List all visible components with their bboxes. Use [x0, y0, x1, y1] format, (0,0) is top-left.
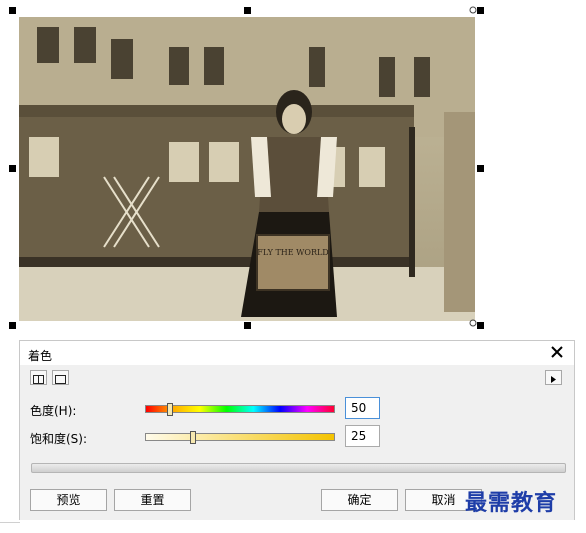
watermark-text: 最需教育 [465, 490, 558, 516]
selection-handle[interactable] [244, 322, 251, 329]
selection-handle[interactable] [477, 322, 484, 329]
selection-handle[interactable] [477, 7, 484, 14]
preview-button[interactable]: 预览 [30, 489, 107, 511]
hue-slider-thumb[interactable] [166, 403, 173, 416]
split-preview-button[interactable] [30, 370, 47, 385]
selection-handle[interactable] [477, 165, 484, 172]
saturation-label: 饱和度(S): [30, 432, 88, 446]
single-view-icon [55, 375, 66, 384]
dialog-title: 着色 [28, 349, 53, 363]
saturation-slider-thumb[interactable] [189, 431, 196, 444]
reset-button[interactable]: 重置 [114, 489, 191, 511]
sepia-photo[interactable]: FLY THE WORLD [19, 17, 475, 321]
full-preview-button[interactable] [52, 370, 69, 385]
split-view-icon [33, 375, 44, 384]
divider [0, 522, 20, 523]
ok-button[interactable]: 确定 [321, 489, 398, 511]
rotate-marker-icon [469, 319, 477, 327]
saturation-slider[interactable] [145, 433, 335, 441]
saturation-input[interactable]: 25 [345, 425, 380, 447]
selection-handle[interactable] [9, 7, 16, 14]
play-right-icon [551, 376, 556, 383]
selection-handle[interactable] [244, 7, 251, 14]
rotate-marker-icon [469, 6, 477, 14]
hue-label: 色度(H): [30, 404, 77, 418]
hue-input[interactable]: 50 [345, 397, 380, 419]
selection-handle[interactable] [9, 165, 16, 172]
flyout-button[interactable] [545, 370, 562, 385]
progress-bar [31, 463, 566, 473]
selection-handle[interactable] [9, 322, 16, 329]
canvas-area: FLY THE WORLD [0, 0, 586, 336]
svg-text:FLY THE WORLD: FLY THE WORLD [257, 248, 328, 257]
close-icon[interactable] [548, 343, 566, 361]
hue-slider[interactable] [145, 405, 335, 413]
